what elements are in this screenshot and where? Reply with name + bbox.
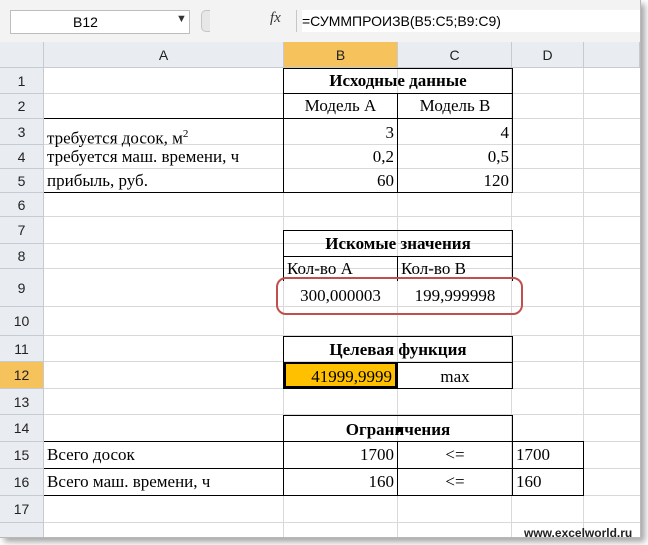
row-header-7[interactable]: 7: [0, 217, 44, 244]
column-header-d[interactable]: D: [512, 42, 584, 68]
cell-c4[interactable]: 0,5: [398, 145, 512, 168]
cell-b3[interactable]: 3: [284, 119, 397, 144]
chevron-down-icon[interactable]: ▼: [176, 13, 187, 25]
cell-c5[interactable]: 120: [398, 169, 512, 192]
row-header-4[interactable]: 4: [0, 145, 44, 169]
cell-c16[interactable]: <=: [398, 469, 512, 495]
cell-a4[interactable]: требуется маш. времени, ч: [44, 145, 283, 168]
row-header-10[interactable]: 10: [0, 307, 44, 336]
row-header-16[interactable]: 16: [0, 469, 44, 496]
formula-bar-handle[interactable]: [198, 10, 212, 32]
insert-function-icon[interactable]: fx: [270, 10, 281, 27]
row-header-18: [0, 523, 44, 537]
cell-b4[interactable]: 0,2: [284, 145, 397, 168]
row-header-6[interactable]: 6: [0, 193, 44, 217]
cell-b2[interactable]: Модель А: [284, 94, 397, 118]
row-header-5[interactable]: 5: [0, 169, 44, 193]
cell-b5[interactable]: 60: [284, 169, 397, 192]
cell-b7[interactable]: Искомые значения: [284, 231, 512, 256]
row-header-17[interactable]: 17: [0, 496, 44, 523]
row-header-1[interactable]: 1: [0, 68, 44, 94]
name-box[interactable]: B12 ▼: [10, 10, 190, 34]
cell-a16[interactable]: Всего маш. времени, ч: [44, 469, 283, 495]
cell-c3[interactable]: 4: [398, 119, 512, 144]
select-all-corner[interactable]: [0, 42, 44, 68]
column-header-a[interactable]: A: [44, 42, 284, 68]
highlight-oval: [276, 277, 523, 315]
row-header-12[interactable]: 12: [0, 362, 44, 389]
formula-bar: B12 ▼ fx =СУММПРОИЗВ(B5:C5;B9:C9): [0, 0, 640, 43]
cell-c2[interactable]: Модель В: [398, 94, 512, 118]
row-header-15[interactable]: 15: [0, 442, 44, 469]
formula-text: =СУММПРОИЗВ(B5:C5;B9:C9): [302, 13, 501, 29]
cell-b11[interactable]: Целевая функция: [284, 337, 512, 362]
row-header-13[interactable]: 13: [0, 389, 44, 415]
superscript: 2: [182, 128, 189, 140]
row-header-3[interactable]: 3: [0, 119, 44, 145]
spreadsheet-window: B12 ▼ fx =СУММПРОИЗВ(B5:C5;B9:C9) A B C …: [0, 0, 641, 538]
cell-d15[interactable]: 1700: [513, 442, 583, 468]
cell-c12[interactable]: max: [398, 363, 512, 388]
cell-b16[interactable]: 160: [284, 469, 397, 495]
row-header-2[interactable]: 2: [0, 94, 44, 119]
cell-b14[interactable]: Ограничения: [284, 416, 512, 441]
column-header-empty: [584, 42, 640, 68]
formula-bar-divider: [296, 10, 297, 32]
cell-b12[interactable]: 41999,9999: [284, 362, 397, 388]
column-header-b[interactable]: B: [284, 42, 398, 68]
row-header-9[interactable]: 9: [0, 269, 44, 307]
row-header-14[interactable]: 14: [0, 415, 44, 442]
column-header-c[interactable]: C: [398, 42, 512, 68]
name-box-value: B12: [73, 14, 98, 30]
cell-b1[interactable]: Исходные данные: [284, 69, 512, 93]
watermark: www.excelworld.ru: [524, 526, 633, 540]
row-header-11[interactable]: 11: [0, 336, 44, 362]
cell-c15[interactable]: <=: [398, 442, 512, 468]
cell-a3[interactable]: требуется досок, м2: [44, 119, 283, 148]
cell-d16[interactable]: 160: [513, 469, 583, 495]
cell-a15[interactable]: Всего досок: [44, 442, 283, 468]
cell-a5[interactable]: прибыль, руб.: [44, 169, 283, 192]
cell-b15[interactable]: 1700: [284, 442, 397, 468]
formula-input[interactable]: =СУММПРОИЗВ(B5:C5;B9:C9): [302, 10, 640, 32]
row-header-8[interactable]: 8: [0, 244, 44, 269]
